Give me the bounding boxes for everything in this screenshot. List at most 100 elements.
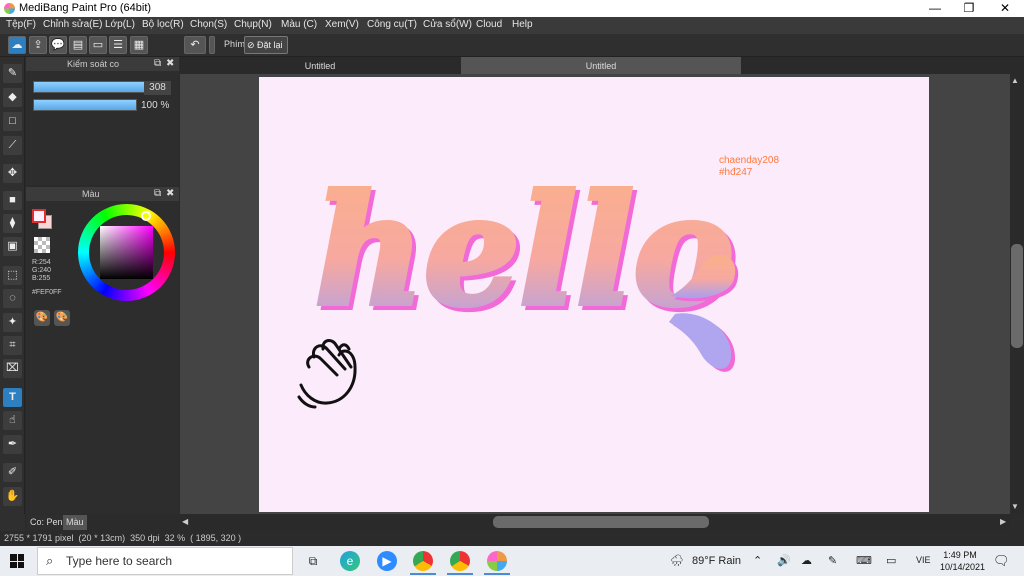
palette-icon[interactable]: 🎨	[34, 310, 50, 326]
foreground-color-swatch[interactable]	[32, 209, 46, 223]
language-indicator[interactable]: VIE	[916, 555, 931, 565]
move-tool-icon[interactable]: ✥	[3, 164, 22, 183]
dot-tool-icon[interactable]: ⟋	[3, 136, 22, 155]
document-icon[interactable]: ▭	[89, 36, 107, 54]
tab-color[interactable]: Màu	[63, 515, 87, 530]
magic-wand-tool-icon[interactable]: ✦	[3, 313, 22, 332]
grid-icon[interactable]: ▦	[130, 36, 148, 54]
zoom-icon[interactable]: ▶	[377, 551, 397, 571]
scroll-left-icon[interactable]: ◀	[182, 517, 188, 526]
bucket-tool-icon[interactable]: ⧫	[3, 214, 22, 233]
saturation-value-square[interactable]	[100, 226, 153, 279]
horizontal-scroll-thumb[interactable]	[493, 516, 709, 528]
vertical-scroll-thumb[interactable]	[1011, 244, 1023, 348]
color-panel-header: Màu ⧉ ✖	[26, 187, 179, 201]
cloud-icon[interactable]: ☁	[8, 36, 26, 54]
horizontal-scrollbar[interactable]: ◀ ▶	[180, 514, 1010, 530]
select-pen-tool-icon[interactable]: ⌗	[3, 336, 22, 355]
volume-icon[interactable]: 🔊	[777, 554, 791, 567]
reset-icon: ⊘	[247, 40, 258, 50]
brush-tool-icon[interactable]: ✎	[3, 64, 22, 83]
chrome-icon[interactable]	[413, 551, 433, 571]
eyedropper-tool-icon[interactable]: ✐	[3, 463, 22, 482]
keyboard-icon[interactable]: ⌨	[856, 554, 872, 567]
palette-settings-icon[interactable]: 🎨	[54, 310, 70, 326]
menu-edit[interactable]: Chỉnh sửa(E)	[43, 19, 103, 30]
menu-tools[interactable]: Công cụ(T)	[367, 19, 417, 30]
weather-icon[interactable]: 🌧	[670, 554, 684, 567]
brush-panel-header: Kiểm soát co ⧉ ✖	[26, 57, 179, 71]
edge-icon[interactable]: e	[340, 551, 360, 571]
cloud-tray-icon[interactable]: ☁	[801, 554, 812, 567]
list-icon[interactable]: ☰	[109, 36, 127, 54]
menu-color[interactable]: Màu (C)	[281, 19, 317, 30]
pen-tray-icon[interactable]: ✎	[828, 554, 837, 567]
reset-button[interactable]: ⊘ Đặt lại	[244, 36, 288, 54]
tab-untitled-2[interactable]: Untitled	[461, 57, 741, 74]
menu-help[interactable]: Help	[512, 19, 533, 30]
menu-cloud[interactable]: Cloud	[476, 19, 502, 30]
comment-icon[interactable]: 💬	[49, 36, 67, 54]
scroll-down-icon[interactable]: ▼	[1011, 502, 1019, 511]
search-icon: ⌕	[46, 553, 54, 568]
menu-layer[interactable]: Lớp(L)	[105, 19, 135, 30]
vertical-scrollbar[interactable]: ▲ ▼	[1010, 74, 1024, 514]
chrome-profile-icon[interactable]	[450, 551, 470, 571]
window-title: MediBang Paint Pro (64bit)	[19, 2, 152, 14]
minimize-button[interactable]: —	[918, 0, 952, 17]
panel-close-icon[interactable]: ✖	[166, 57, 174, 71]
color-panel: Màu ⧉ ✖ R:254 G:240 B:255 #FEF0FF 🎨 🎨	[26, 187, 179, 514]
brush-size-slider[interactable]	[33, 81, 145, 93]
task-view-icon[interactable]: ⧉	[303, 551, 323, 571]
chat-icon[interactable]: ▤	[69, 36, 87, 54]
panel-close-icon[interactable]: ✖	[166, 187, 174, 201]
share-icon[interactable]: ⇪	[29, 36, 47, 54]
rectangle-tool-icon[interactable]: □	[3, 112, 22, 131]
transparent-swatch[interactable]	[34, 237, 50, 253]
brush-opacity-slider[interactable]	[33, 99, 137, 111]
operation-tool-icon[interactable]: ☝	[3, 411, 22, 430]
display-icon[interactable]: ▭	[886, 554, 896, 567]
search-box[interactable]: ⌕ Type here to search	[37, 547, 293, 575]
text-tool-icon[interactable]: T	[3, 388, 22, 407]
credit-line-2: #hđ247	[719, 167, 753, 178]
color-swatches[interactable]	[32, 209, 54, 231]
menu-capture[interactable]: Chụp(N)	[234, 19, 272, 30]
color-wheel[interactable]	[78, 204, 175, 301]
divide-tool-icon[interactable]: ✒	[3, 435, 22, 454]
medibang-icon[interactable]	[487, 551, 507, 571]
weather-text[interactable]: 89°F Rain	[692, 555, 741, 567]
gradient-tool-icon[interactable]: ▣	[3, 237, 22, 256]
lasso-tool-icon[interactable]: ◌	[3, 289, 22, 308]
start-button[interactable]	[10, 554, 24, 568]
popout-icon[interactable]: ⧉	[154, 57, 161, 71]
notification-icon[interactable]: 🗨	[993, 553, 1010, 569]
menu-file[interactable]: Tệp(F)	[6, 19, 36, 30]
undo-icon[interactable]: ↶	[184, 36, 206, 54]
menu-filter[interactable]: Bộ lọc(R)	[142, 19, 184, 30]
menu-select[interactable]: Chọn(S)	[190, 19, 227, 30]
select-tool-icon[interactable]: ⬚	[3, 266, 22, 285]
menu-view[interactable]: Xem(V)	[325, 19, 359, 30]
menu-window[interactable]: Cửa sổ(W)	[423, 19, 472, 30]
drawing-canvas[interactable]: hello hello chaenday208 #hđ247	[259, 77, 929, 512]
tab-untitled-1[interactable]: Untitled	[180, 57, 460, 74]
close-button[interactable]: ✕	[988, 0, 1022, 17]
popout-icon[interactable]: ⧉	[154, 187, 161, 201]
panel-tabs: Co: Pen Màu	[25, 514, 180, 531]
brush-opacity-value: 100 %	[141, 100, 170, 111]
maximize-button[interactable]: ❐	[952, 0, 986, 17]
chevron-up-icon[interactable]: ⌃	[753, 554, 762, 567]
brush-size-fill	[34, 82, 144, 92]
scroll-right-icon[interactable]: ▶	[1000, 517, 1006, 526]
hue-handle[interactable]	[141, 211, 151, 221]
clock[interactable]: 1:49 PM 10/14/2021	[940, 549, 985, 573]
brush-size-value[interactable]: 308	[144, 81, 171, 95]
tab-pen[interactable]: Co: Pen	[27, 515, 66, 530]
select-eraser-tool-icon[interactable]: ⌧	[3, 359, 22, 378]
fill-shape-tool-icon[interactable]: ■	[3, 191, 22, 210]
toolbar-handle[interactable]	[209, 36, 215, 54]
hand-tool-icon[interactable]: ✋	[3, 487, 22, 506]
eraser-tool-icon[interactable]: ◆	[3, 88, 22, 107]
scroll-up-icon[interactable]: ▲	[1011, 76, 1019, 85]
